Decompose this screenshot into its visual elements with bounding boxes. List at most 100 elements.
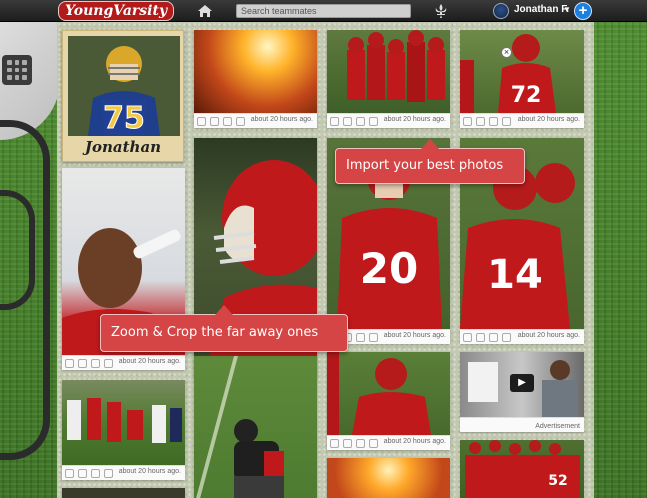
timestamp: about 20 hours ago. [118,358,181,365]
play-button[interactable]: ▶ [510,374,534,392]
card-footer: Advertisement [460,417,584,432]
photo-image[interactable]: 72 [460,30,584,113]
card-actions [65,469,113,478]
edit-icon[interactable] [330,117,339,126]
jersey-number: 75 [103,101,145,136]
photo-image[interactable]: 52 [460,440,584,498]
photo-card[interactable]: about 20 hours ago. [327,30,450,128]
search-input[interactable]: Search teammates [236,4,411,18]
edit-icon[interactable] [463,333,472,342]
app-logo[interactable]: YoungVarsity [58,1,175,21]
share-icon[interactable] [91,469,100,478]
grid-menu-button[interactable] [2,55,32,85]
grid-dot [22,67,27,73]
user-avatar[interactable] [493,3,509,19]
advertisement-card[interactable]: ▶ Advertisement [460,352,584,432]
share-icon[interactable] [91,359,100,368]
tag-icon[interactable] [476,117,485,126]
comment-icon[interactable] [369,117,378,126]
grid-dot [7,60,12,65]
jersey-number: 20 [360,244,418,293]
photo-feed-board: 75 Jonathan about 20 hours ago. about 20… [57,22,594,498]
photo-image[interactable] [194,356,317,498]
edit-icon[interactable] [330,439,339,448]
profile-name: Jonathan [84,138,162,156]
tooltip-import: Import your best photos [335,139,525,184]
grid-dot [14,60,20,65]
timestamp: about 20 hours ago. [250,116,313,123]
close-icon[interactable]: × [501,47,512,58]
comment-icon[interactable] [369,333,378,342]
share-icon[interactable] [223,117,232,126]
photo-card[interactable]: about 20 hours ago. [62,380,185,480]
ad-video[interactable]: ▶ [460,352,584,417]
photo-card[interactable]: 72 about 20 hours ago. [460,30,584,128]
card-actions [65,359,113,368]
tag-icon[interactable] [343,439,352,448]
timestamp: about 20 hours ago. [383,116,446,123]
photo-image[interactable] [327,352,450,435]
home-icon[interactable] [197,3,213,19]
photo-card[interactable]: 52 [460,440,584,498]
photo-card[interactable] [327,458,450,498]
profile-photo[interactable]: 75 [68,36,180,136]
jersey-number: 14 [487,252,543,298]
photo-card[interactable] [62,488,185,498]
card-footer: about 20 hours ago. [460,113,584,128]
share-icon[interactable] [489,117,498,126]
grid-dot [14,75,20,80]
card-actions [330,117,378,126]
tooltip-zoom: Zoom & Crop the far away ones [100,305,348,352]
tag-icon[interactable] [210,117,219,126]
photo-image[interactable] [327,30,450,113]
comment-icon[interactable] [236,117,245,126]
share-icon[interactable] [356,333,365,342]
comment-icon[interactable] [502,333,511,342]
photo-image[interactable] [327,458,450,498]
user-name[interactable]: Jonathan F. [514,4,569,15]
card-footer: about 20 hours ago. [62,465,185,480]
card-actions [463,117,511,126]
photo-image[interactable] [194,30,317,113]
card-actions [463,333,511,342]
tag-icon[interactable] [78,469,87,478]
grid-dot [22,75,27,80]
edit-icon[interactable] [197,117,206,126]
timestamp: about 20 hours ago. [118,468,181,475]
edit-icon[interactable] [463,117,472,126]
share-icon[interactable] [489,333,498,342]
share-icon[interactable] [356,439,365,448]
share-icon[interactable] [356,117,365,126]
photo-card[interactable] [194,356,317,498]
facemask-bar [0,190,35,310]
card-footer: about 20 hours ago. [62,355,185,370]
comment-icon[interactable] [104,469,113,478]
photo-image[interactable] [62,380,185,465]
chevron-down-icon[interactable]: ▼ [563,5,571,14]
tag-icon[interactable] [343,117,352,126]
grid-dot [7,75,12,80]
timestamp: about 20 hours ago. [383,332,446,339]
card-footer: about 20 hours ago. [327,435,450,450]
grid-dot [22,60,27,65]
comment-icon[interactable] [104,359,113,368]
edit-icon[interactable] [65,469,74,478]
timestamp: about 20 hours ago. [383,438,446,445]
card-actions [330,439,378,448]
profile-card[interactable]: 75 Jonathan [62,30,184,162]
comment-icon[interactable] [369,439,378,448]
grid-dot [7,67,12,73]
tag-icon[interactable] [78,359,87,368]
card-footer: about 20 hours ago. [460,329,584,344]
fleur-de-lis-icon[interactable] [434,3,448,19]
comment-icon[interactable] [502,117,511,126]
timestamp: about 20 hours ago. [517,116,580,123]
card-actions [197,117,245,126]
card-footer: about 20 hours ago. [194,113,317,128]
photo-card[interactable]: about 20 hours ago. [194,30,317,128]
jersey-number: 52 [548,473,567,489]
photo-card[interactable]: about 20 hours ago. [327,352,450,450]
add-button[interactable]: + [574,2,592,20]
edit-icon[interactable] [65,359,74,368]
tag-icon[interactable] [476,333,485,342]
